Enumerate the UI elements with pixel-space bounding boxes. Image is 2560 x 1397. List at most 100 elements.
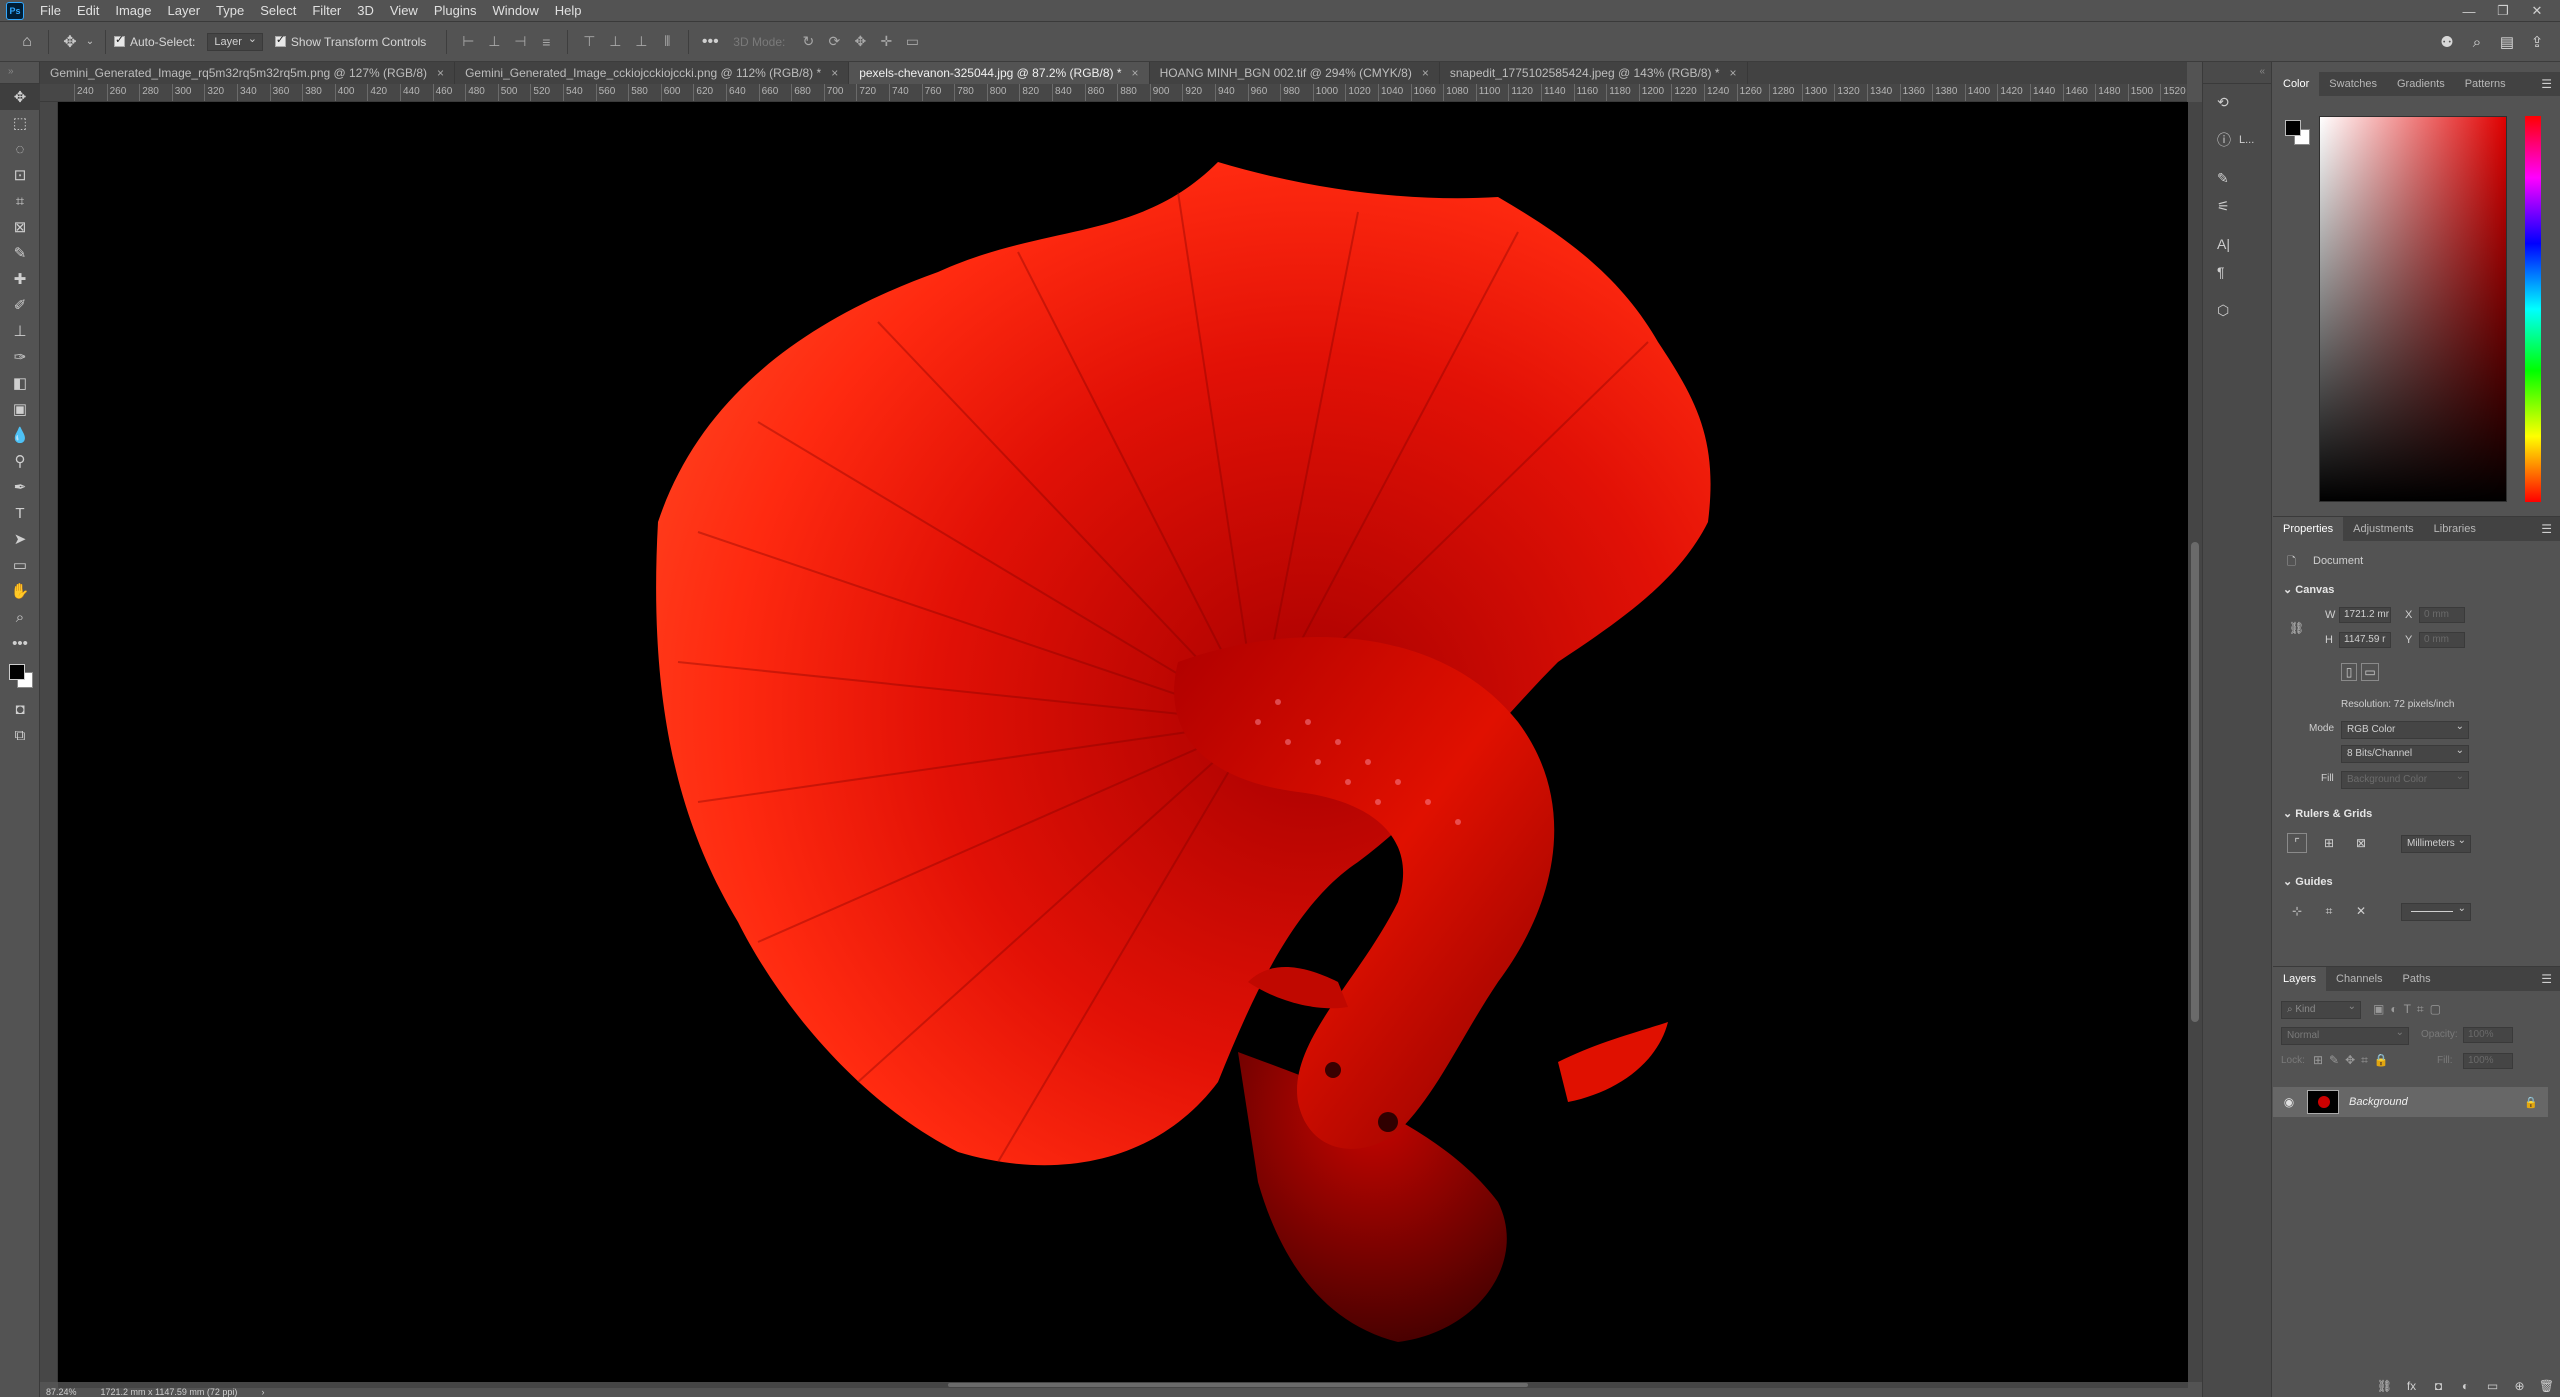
landscape-orientation-icon[interactable]: ▭ [2361, 663, 2379, 681]
path-selection-tool-icon[interactable]: ➤ [0, 526, 40, 552]
align-vertical-center-icon[interactable]: ⊥ [605, 32, 625, 52]
photoshop-logo-icon[interactable]: Ps [6, 1, 24, 20]
distribute-horizontal-icon[interactable]: ⦀ [657, 32, 677, 52]
menu-3d[interactable]: 3D [349, 0, 382, 22]
tab-swatches[interactable]: Swatches [2319, 72, 2387, 96]
delete-layer-icon[interactable]: 🗑 [2533, 1379, 2560, 1393]
height-field[interactable]: 1147.59 r [2339, 632, 2391, 648]
foreground-color-swatch[interactable] [2285, 120, 2301, 136]
foreground-color-swatch[interactable] [9, 664, 25, 680]
menu-layer[interactable]: Layer [160, 0, 209, 22]
gradient-tool-icon[interactable]: ▣ [0, 396, 40, 422]
blur-tool-icon[interactable]: 💧 [0, 422, 40, 448]
toolbar-collapse-icon[interactable]: » [0, 62, 39, 84]
close-icon[interactable]: × [831, 66, 838, 80]
tab-adjustments[interactable]: Adjustments [2343, 517, 2424, 541]
align-top-icon[interactable]: ⊤ [579, 32, 599, 52]
hue-slider[interactable] [2525, 116, 2541, 502]
auto-select-target-dropdown[interactable]: Layer [207, 31, 263, 51]
frame-tool-icon[interactable]: ⊠ [0, 214, 40, 240]
scrollbar-thumb[interactable] [948, 1383, 1528, 1387]
minimize-button[interactable]: — [2452, 4, 2486, 19]
ruler-units-dropdown[interactable]: Millimeters [2401, 833, 2471, 853]
blend-mode-dropdown[interactable]: Normal [2281, 1025, 2409, 1045]
discover-icon[interactable]: ⚉ [2432, 33, 2462, 51]
color-mode-dropdown[interactable]: RGB Color [2341, 719, 2469, 739]
zoom-level[interactable]: 87.24% [46, 1388, 77, 1397]
dodge-tool-icon[interactable]: ⚲ [0, 448, 40, 474]
fill-field[interactable]: 100% [2463, 1053, 2513, 1069]
align-right-icon[interactable]: ⊣ [510, 32, 530, 52]
tool-preset-chevron-icon[interactable]: ⌄ [83, 29, 97, 55]
adjustment-layer-icon[interactable]: ◐ [2452, 1379, 2479, 1393]
tab-layers[interactable]: Layers [2273, 967, 2327, 991]
zoom-tool-icon[interactable]: ⌕ [0, 604, 40, 630]
auto-select-checkbox[interactable]: Auto-Select: [114, 33, 195, 49]
panel-menu-icon[interactable]: ☰ [2541, 72, 2552, 96]
eye-visibility-icon[interactable]: ◉ [2279, 1095, 2299, 1109]
document-tab[interactable]: snapedit_1775102585424.jpeg @ 143% (RGB/… [1440, 62, 1748, 84]
character-panel-icon[interactable]: A| [2203, 230, 2273, 258]
tab-libraries[interactable]: Libraries [2424, 517, 2486, 541]
lasso-tool-icon[interactable]: ◌ [0, 136, 40, 162]
crop-tool-icon[interactable]: ⌗ [0, 188, 40, 214]
pen-tool-icon[interactable]: ✒ [0, 474, 40, 500]
link-layers-icon[interactable]: ⛓ [2371, 1379, 2398, 1393]
search-icon[interactable]: ⌕ [2462, 34, 2492, 51]
show-transform-controls-checkbox[interactable]: Show Transform Controls [274, 33, 426, 49]
align-left-icon[interactable]: ⊢ [458, 32, 478, 52]
add-mask-icon[interactable]: ◘ [2425, 1379, 2452, 1393]
close-window-button[interactable]: ✕ [2520, 3, 2554, 19]
brush-settings-panel-icon[interactable]: ⚟ [2203, 192, 2273, 220]
marquee-tool-icon[interactable]: ⬚ [0, 110, 40, 136]
ruler-toggle-icon[interactable]: ⌜ [2287, 833, 2307, 853]
document-tab[interactable]: HOANG MINH_BGN 002.tif @ 294% (CMYK/8) × [1150, 62, 1440, 84]
guides-clear-icon[interactable]: ✕ [2351, 901, 2371, 921]
close-icon[interactable]: × [1422, 66, 1429, 80]
menu-type[interactable]: Type [208, 0, 252, 22]
distribute-vertical-icon[interactable]: ≡ [536, 32, 556, 52]
brushes-panel-icon[interactable]: ✎ [2203, 164, 2273, 192]
menu-help[interactable]: Help [547, 0, 590, 22]
link-icon[interactable]: ⛓ [2289, 621, 2304, 635]
lock-options-icons[interactable]: ⊞✎✥⌗🔒 [2313, 1053, 2395, 1068]
bit-depth-dropdown[interactable]: 8 Bits/Channel [2341, 743, 2469, 763]
edit-toolbar-icon[interactable]: ••• [0, 630, 40, 656]
tab-properties[interactable]: Properties [2273, 517, 2344, 541]
type-tool-icon[interactable]: T [0, 500, 40, 526]
eyedropper-tool-icon[interactable]: ✎ [0, 240, 40, 266]
move-tool-icon[interactable]: ✥ [57, 29, 83, 55]
close-icon[interactable]: × [1730, 66, 1737, 80]
menu-image[interactable]: Image [107, 0, 159, 22]
foreground-background-swatches[interactable] [0, 656, 39, 696]
rectangle-tool-icon[interactable]: ▭ [0, 552, 40, 578]
close-icon[interactable]: × [437, 66, 444, 80]
layer-style-icon[interactable]: fx [2398, 1379, 2425, 1393]
menu-view[interactable]: View [382, 0, 426, 22]
align-horizontal-center-icon[interactable]: ⊥ [484, 32, 504, 52]
horizontal-ruler[interactable]: 240 260 280 300 320 340 360 380 400 420 440 460 480 5… [40, 84, 2187, 102]
status-menu-chevron-icon[interactable]: › [261, 1388, 264, 1397]
menu-plugins[interactable]: Plugins [426, 0, 485, 22]
rulers-grids-section-title[interactable]: ⌄ Rulers & Grids [2283, 807, 2372, 820]
hand-tool-icon[interactable]: ✋ [0, 578, 40, 604]
panel-menu-icon[interactable]: ☰ [2541, 517, 2552, 541]
tab-paths[interactable]: Paths [2393, 967, 2441, 991]
tab-gradients[interactable]: Gradients [2387, 72, 2455, 96]
screen-mode-icon[interactable]: ⧉ [0, 722, 40, 748]
layer-name[interactable]: Background [2349, 1096, 2408, 1108]
document-tab[interactable]: Gemini_Generated_Image_cckiojcckiojccki.… [455, 62, 850, 84]
menu-select[interactable]: Select [252, 0, 304, 22]
home-icon[interactable]: ⌂ [14, 29, 40, 55]
guide-style-dropdown[interactable] [2401, 901, 2471, 921]
strip-collapse-icon[interactable]: « [2203, 62, 2271, 84]
quick-mask-icon[interactable]: ◘ [0, 696, 40, 722]
menu-filter[interactable]: Filter [304, 0, 349, 22]
guides-lock-icon[interactable]: ⌗ [2319, 901, 2339, 921]
scrollbar-thumb[interactable] [2191, 542, 2199, 1022]
history-brush-tool-icon[interactable]: ✑ [0, 344, 40, 370]
canvas-section-title[interactable]: ⌄ Canvas [2283, 583, 2334, 596]
menu-window[interactable]: Window [484, 0, 546, 22]
align-bottom-icon[interactable]: ⊥ [631, 32, 651, 52]
color-picker-field[interactable] [2319, 116, 2507, 502]
